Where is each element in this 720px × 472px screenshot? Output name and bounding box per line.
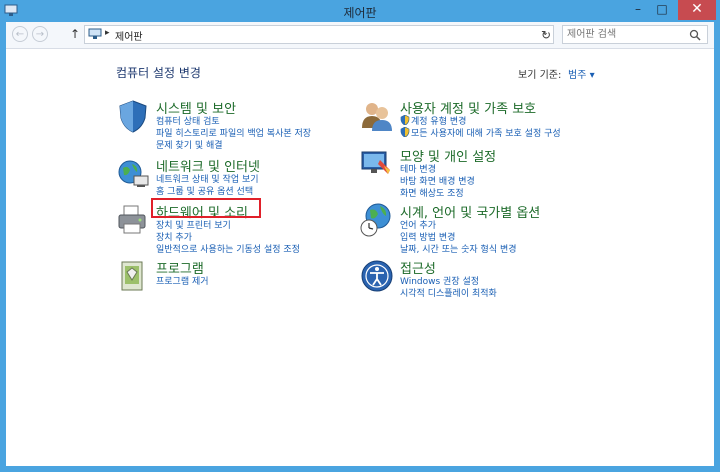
forward-button[interactable]: → <box>32 26 48 42</box>
window-content: ← → ↑ ▸ 제어판 ⌄ ↻ 컴퓨터 설정 변경 보 <box>6 22 714 466</box>
back-button[interactable]: ← <box>12 26 28 42</box>
address-bar[interactable]: ▸ 제어판 ⌄ <box>84 25 554 44</box>
appearance-icon[interactable] <box>360 146 394 182</box>
window-title: 제어판 <box>343 6 377 20</box>
up-button[interactable]: ↑ <box>68 26 82 42</box>
refresh-button[interactable]: ↻ <box>538 27 554 43</box>
highlight-annotation <box>151 198 261 218</box>
view-by-label: 보기 기준: <box>518 70 562 81</box>
address-toolbar: ← → ↑ ▸ 제어판 ⌄ ↻ <box>6 22 714 49</box>
adjust-resolution-link[interactable]: 화면 해상도 조정 <box>400 186 464 199</box>
uac-shield-icon <box>400 127 410 137</box>
mobility-settings-link[interactable]: 일반적으로 사용하는 기동성 설정 조정 <box>156 242 300 255</box>
search-input[interactable] <box>567 27 685 42</box>
shield-icon[interactable] <box>116 98 150 134</box>
maximize-button[interactable]: □ <box>650 0 674 20</box>
control-panel-window: 제어판 – □ ✕ ← → ↑ ▸ 제어판 ⌄ ↻ 제어판 검색 컴퓨터 설정 … <box>0 0 720 472</box>
category-network-internet: 네트워크 및 인터넷 네트워크 상태 및 작업 보기 홈 그룹 및 공유 옵션 … <box>116 156 346 197</box>
minimize-button[interactable]: – <box>626 0 650 20</box>
troubleshoot-link[interactable]: 문제 찾기 및 해결 <box>156 138 223 151</box>
category-clock-language-region: 시계, 언어 및 국가별 옵션 언어 추가 입력 방법 변경 날짜, 시간 또는… <box>360 202 630 258</box>
optimize-display-link[interactable]: 시각적 디스플레이 최적화 <box>400 286 497 299</box>
category-programs: 프로그램 프로그램 제거 <box>116 258 346 298</box>
ease-of-access-icon[interactable] <box>360 258 394 294</box>
change-date-time-format-link[interactable]: 날짜, 시간 또는 숫자 형식 변경 <box>400 242 517 255</box>
printer-icon[interactable] <box>116 202 150 238</box>
family-safety-link[interactable]: 모든 사용자에 대해 가족 보호 설정 구성 <box>400 126 561 139</box>
uac-shield-icon <box>400 115 410 125</box>
view-by-dropdown[interactable]: 범주 ▾ <box>568 66 595 81</box>
breadcrumb-control-panel[interactable]: 제어판 <box>115 28 143 43</box>
control-panel-icon <box>88 28 102 39</box>
category-user-accounts: 사용자 계정 및 가족 보호 계정 유형 변경 모든 사용자에 대해 가족 보호… <box>360 98 630 142</box>
uninstall-program-link[interactable]: 프로그램 제거 <box>156 274 209 287</box>
page-title: 컴퓨터 설정 변경 <box>116 66 201 80</box>
breadcrumb-separator-icon[interactable]: ▸ <box>105 28 110 38</box>
network-globe-icon[interactable] <box>116 156 150 192</box>
programs-icon[interactable] <box>116 258 150 294</box>
category-appearance: 모양 및 개인 설정 테마 변경 바탕 화면 배경 변경 화면 해상도 조정 <box>360 146 630 199</box>
title-bar[interactable]: 제어판 – □ ✕ <box>0 0 720 22</box>
homegroup-sharing-link[interactable]: 홈 그룹 및 공유 옵션 선택 <box>156 184 253 197</box>
search-icon[interactable] <box>689 29 701 41</box>
users-icon[interactable] <box>360 98 394 134</box>
category-system-security: 시스템 및 보안 컴퓨터 상태 검토 파일 히스토리로 파일의 백업 복사본 저… <box>116 98 346 154</box>
close-button[interactable]: ✕ <box>678 0 716 20</box>
clock-globe-icon[interactable] <box>360 202 394 238</box>
family-safety-label: 모든 사용자에 대해 가족 보호 설정 구성 <box>411 129 561 139</box>
category-ease-of-access: 접근성 Windows 권장 설정 시각적 디스플레이 최적화 <box>360 258 630 302</box>
search-box[interactable] <box>562 25 708 44</box>
